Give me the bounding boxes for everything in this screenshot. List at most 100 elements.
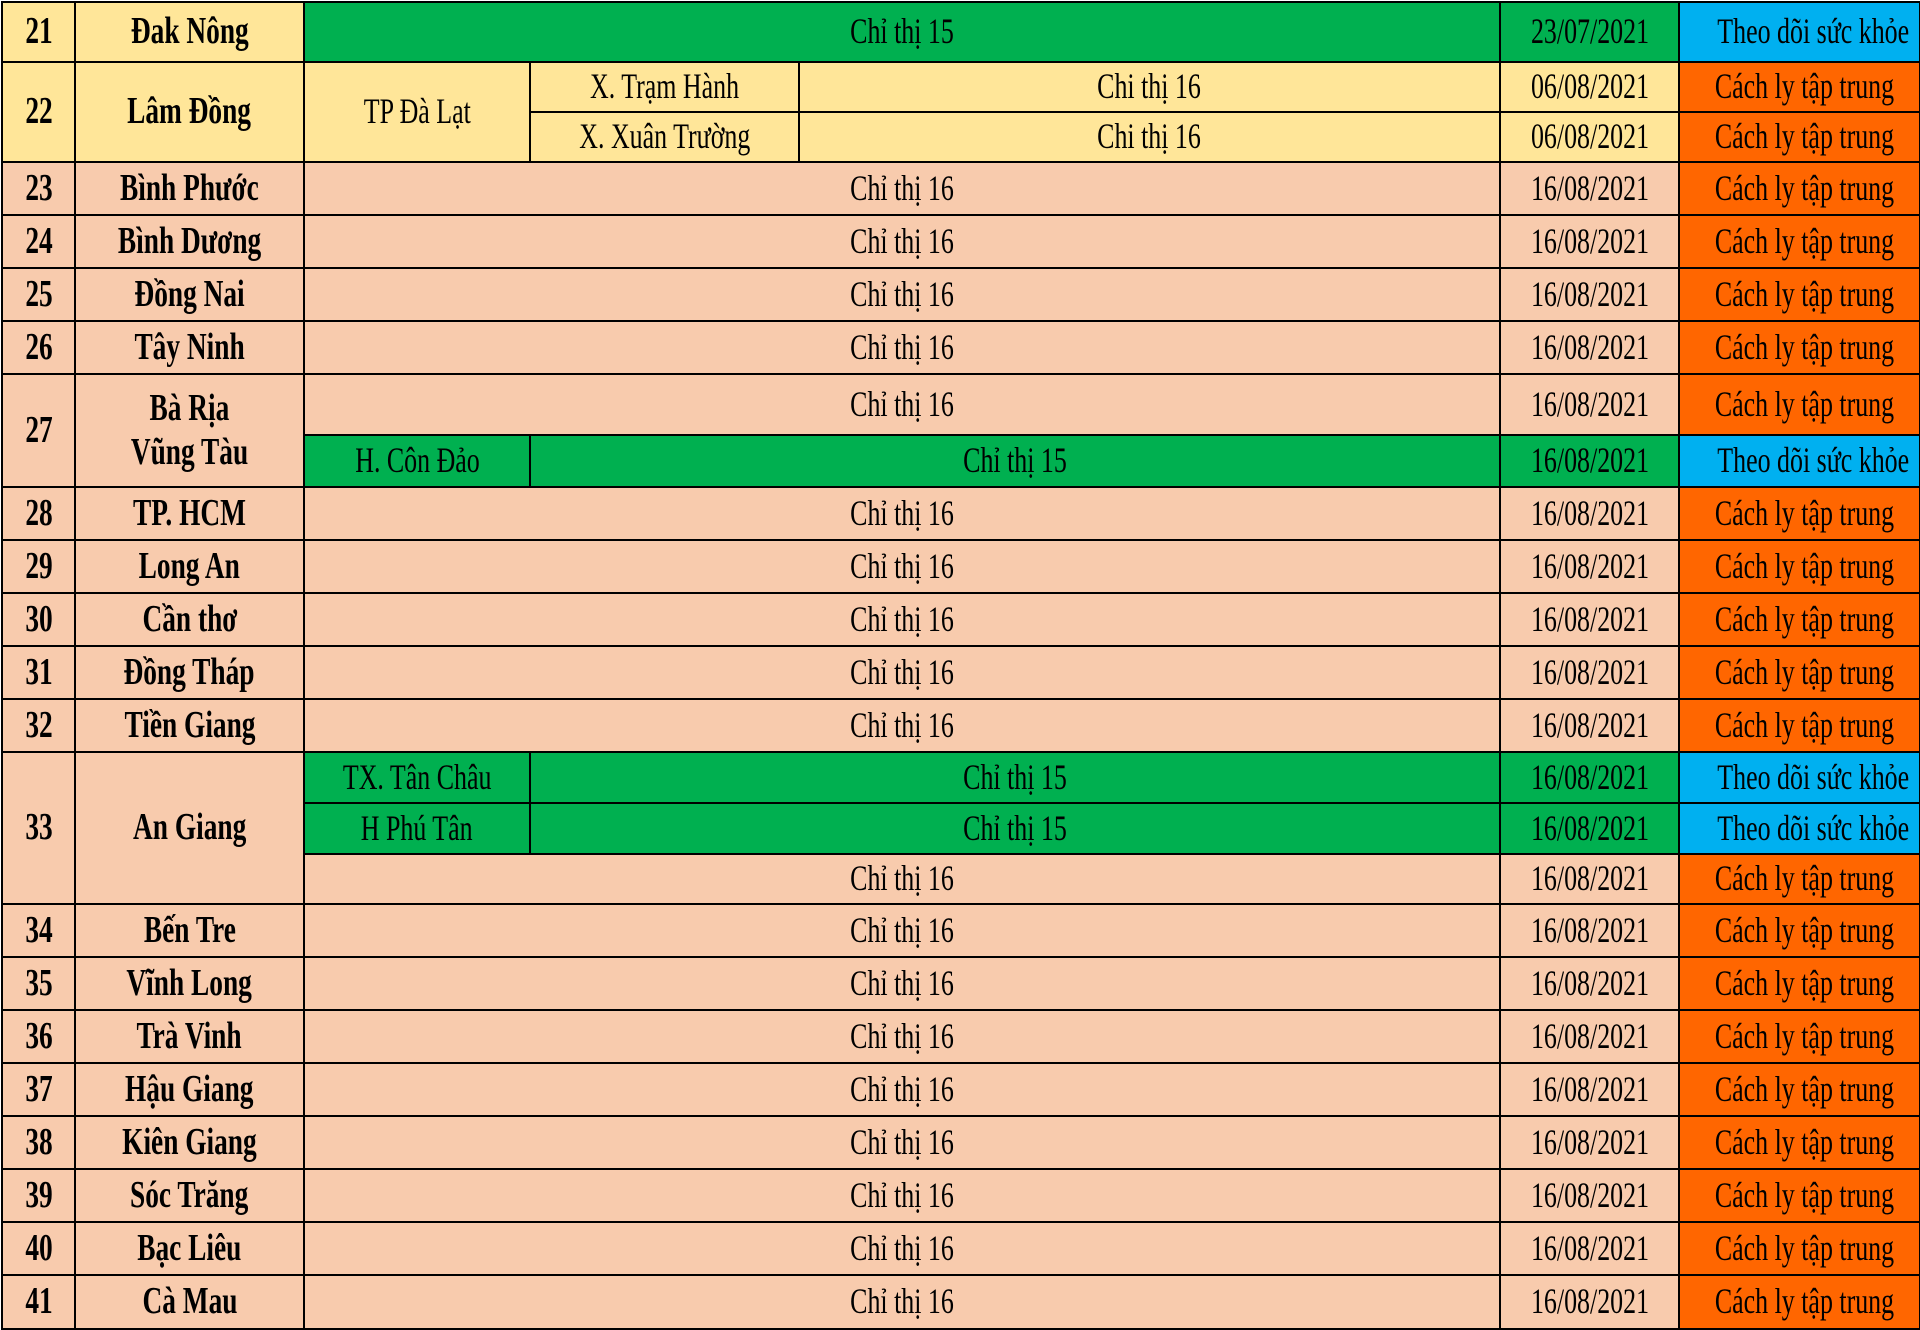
table-row: 28 TP. HCM Chỉ thị 16 16/08/2021 Cách ly…: [1, 486, 1920, 541]
table-row: 41 Cà Mau Chỉ thị 16 16/08/2021 Cách ly …: [1, 1274, 1920, 1330]
date-cell: 16/08/2021: [1499, 592, 1681, 647]
measure-cell: Chỉ thị 16: [302, 214, 1502, 269]
province-name: Bình Dương: [74, 214, 305, 269]
status-cell: Theo dõi sức khỏe: [1678, 751, 1920, 804]
status-cell: Cách ly tập trung: [1678, 1115, 1920, 1170]
row-number: 37: [1, 1062, 76, 1117]
district-cell: TX. Tân Châu: [303, 751, 531, 804]
province-name-line2: Vũng Tàu: [130, 430, 249, 473]
measure-cell: Chỉ thị 16: [302, 698, 1502, 753]
measure-cell: Chỉ thị 15: [528, 434, 1502, 488]
table-row: 23 Bình Phước Chỉ thị 16 16/08/2021 Cách…: [1, 161, 1920, 216]
measure-cell: Chỉ thị 16: [302, 539, 1502, 594]
status-cell: Cách ly tập trung: [1678, 1062, 1920, 1117]
table-row: 32 Tiền Giang Chỉ thị 16 16/08/2021 Cách…: [1, 698, 1920, 753]
measure-cell: Chỉ thị 16: [302, 486, 1502, 541]
measure-cell: Chỉ thị 16: [302, 956, 1502, 1011]
province-name: Bình Phước: [74, 161, 305, 216]
measure-cell: Chỉ thị 16: [302, 903, 1502, 958]
status-cell: Cách ly tập trung: [1678, 161, 1920, 216]
measure-cell: Chỉ thị 16: [302, 645, 1502, 700]
status-cell: Cách ly tập trung: [1678, 903, 1920, 958]
status-cell: Cách ly tập trung: [1678, 61, 1920, 113]
date-cell: 16/08/2021: [1499, 1062, 1681, 1117]
status-cell: Cách ly tập trung: [1678, 539, 1920, 594]
measure-cell: Chỉ thị 16: [302, 320, 1502, 375]
date-cell: 23/07/2021: [1499, 1, 1681, 63]
measure-cell: Chỉ thị 15: [528, 751, 1502, 804]
date-cell: 16/08/2021: [1499, 434, 1681, 488]
date-cell: 16/08/2021: [1499, 751, 1681, 804]
date-cell: 06/08/2021: [1499, 61, 1681, 113]
row-number: 41: [1, 1274, 76, 1330]
district-cell: H Phú Tân: [303, 802, 531, 855]
measure-cell: Chỉ thị 16: [302, 1168, 1502, 1223]
district-cell: TP Đà Lạt: [303, 61, 531, 163]
status-cell: Cách ly tập trung: [1678, 111, 1920, 163]
date-cell: 16/08/2021: [1499, 320, 1681, 375]
status-cell: Cách ly tập trung: [1678, 267, 1920, 322]
table-row: 37 Hậu Giang Chỉ thị 16 16/08/2021 Cách …: [1, 1062, 1920, 1117]
commune-cell: X. Xuân Trường: [529, 111, 800, 163]
table-row: 30 Cần thơ Chỉ thị 16 16/08/2021 Cách ly…: [1, 592, 1920, 647]
measure-cell: Chỉ thị 16: [302, 1274, 1502, 1330]
date-cell: 16/08/2021: [1499, 698, 1681, 753]
row-number: 30: [1, 592, 76, 647]
province-name: Vĩnh Long: [74, 956, 305, 1011]
province-name: Đồng Nai: [74, 267, 305, 322]
date-cell: 16/08/2021: [1499, 1274, 1681, 1330]
row-number: 40: [1, 1221, 76, 1276]
row-number: 25: [1, 267, 76, 322]
row-number: 26: [1, 320, 76, 375]
date-cell: 16/08/2021: [1499, 267, 1681, 322]
district-cell: H. Côn Đảo: [303, 434, 531, 488]
table-row: 33 An Giang TX. Tân Châu Chỉ thị 15 16/0…: [1, 751, 1920, 905]
table-row: 21 Đak Nông Chỉ thị 15 23/07/2021 Theo d…: [1, 1, 1920, 63]
date-cell: 16/08/2021: [1499, 161, 1681, 216]
row-number: 22: [1, 61, 76, 163]
province-name: Lâm Đồng: [74, 61, 305, 163]
row-number: 35: [1, 956, 76, 1011]
province-name: Bạc Liêu: [74, 1221, 305, 1276]
status-cell: Cách ly tập trung: [1678, 373, 1920, 436]
date-cell: 16/08/2021: [1499, 1115, 1681, 1170]
row-number: 23: [1, 161, 76, 216]
date-cell: 16/08/2021: [1499, 645, 1681, 700]
province-name: Bà Rịa Vũng Tàu: [74, 373, 305, 488]
measure-cell: Chi thị 16: [797, 111, 1502, 163]
status-cell: Cách ly tập trung: [1678, 214, 1920, 269]
measure-cell: Chỉ thị 16: [302, 592, 1502, 647]
row-number: 29: [1, 539, 76, 594]
date-cell: 16/08/2021: [1499, 853, 1681, 905]
date-cell: 16/08/2021: [1499, 802, 1681, 855]
row-number: 38: [1, 1115, 76, 1170]
table-row: 34 Bến Tre Chỉ thị 16 16/08/2021 Cách ly…: [1, 903, 1920, 958]
measure-cell: Chỉ thị 15: [302, 1, 1502, 63]
table-row: 31 Đồng Tháp Chỉ thị 16 16/08/2021 Cách …: [1, 645, 1920, 700]
measure-cell: Chỉ thị 16: [302, 853, 1502, 905]
status-cell: Cách ly tập trung: [1678, 1221, 1920, 1276]
date-cell: 16/08/2021: [1499, 956, 1681, 1011]
province-name: Sóc Trăng: [74, 1168, 305, 1223]
province-name: Kiên Giang: [74, 1115, 305, 1170]
date-cell: 16/08/2021: [1499, 214, 1681, 269]
status-cell: Theo dõi sức khỏe: [1678, 802, 1920, 855]
table-row: 24 Bình Dương Chỉ thị 16 16/08/2021 Cách…: [1, 214, 1920, 269]
province-name: Long An: [74, 539, 305, 594]
row-number: 21: [1, 1, 76, 63]
province-name-line1: Bà Rịa: [149, 386, 230, 429]
province-measures-table: 21 Đak Nông Chỉ thị 15 23/07/2021 Theo d…: [1, 1, 1920, 1330]
status-cell: Cách ly tập trung: [1678, 1009, 1920, 1064]
table-row: 39 Sóc Trăng Chỉ thị 16 16/08/2021 Cách …: [1, 1168, 1920, 1223]
date-cell: 16/08/2021: [1499, 486, 1681, 541]
province-name: TP. HCM: [74, 486, 305, 541]
province-name: Đồng Tháp: [74, 645, 305, 700]
province-name: Hậu Giang: [74, 1062, 305, 1117]
table-row: 27 Bà Rịa Vũng Tàu Chỉ thị 16 16/08/2021 …: [1, 373, 1920, 488]
row-number: 33: [1, 751, 76, 905]
status-cell: Cách ly tập trung: [1678, 486, 1920, 541]
row-number: 27: [1, 373, 76, 488]
status-cell: Cách ly tập trung: [1678, 320, 1920, 375]
row-number: 32: [1, 698, 76, 753]
date-cell: 16/08/2021: [1499, 1168, 1681, 1223]
